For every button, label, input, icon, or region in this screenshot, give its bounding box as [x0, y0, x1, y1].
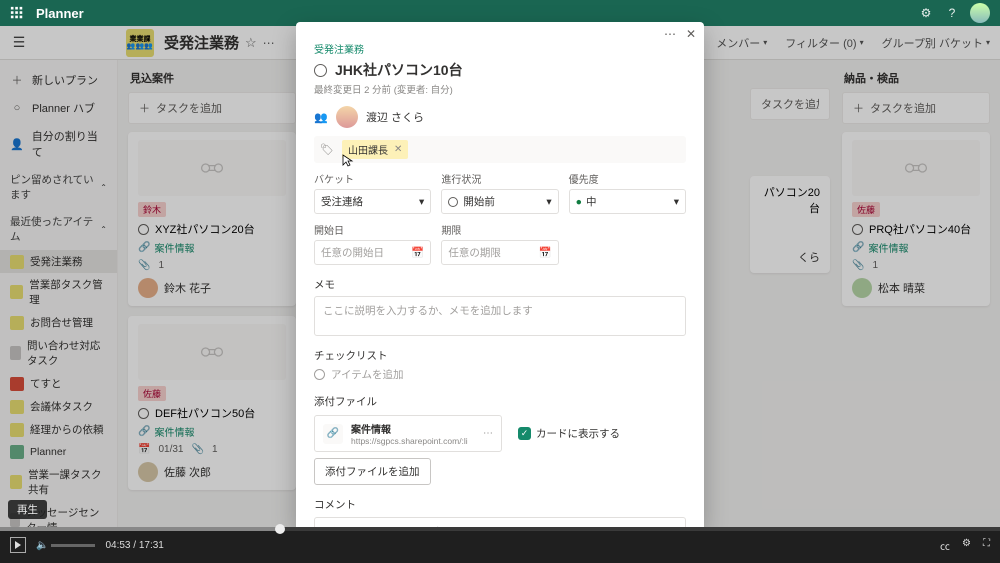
attachment-card[interactable]: 🔗 案件情報 https://sgpcs.sharepoint.com/:li … — [314, 415, 502, 452]
modal-overlay: ⋯ ✕ 受発注業務 JHK社パソコン10台 最終変更日 2 分前 (変更者: 自… — [0, 26, 1000, 527]
settings-icon[interactable]: ⚙ — [916, 6, 936, 20]
priority-label: 優先度 — [569, 171, 686, 186]
link-icon: 🔗 — [323, 424, 343, 444]
user-avatar[interactable] — [970, 3, 990, 23]
task-detail-modal: ⋯ ✕ 受発注業務 JHK社パソコン10台 最終変更日 2 分前 (変更者: 自… — [296, 22, 704, 527]
comment-label: コメント — [314, 497, 686, 512]
checklist-label: チェックリスト — [314, 348, 686, 363]
attachment-name: 案件情報 — [351, 421, 468, 436]
video-time: 04:53 / 17:31 — [105, 540, 163, 551]
task-title[interactable]: JHK社パソコン10台 — [335, 60, 463, 80]
volume-slider[interactable] — [51, 544, 95, 547]
close-icon[interactable]: ✕ — [686, 27, 696, 41]
chevron-down-icon: ▾ — [419, 196, 424, 208]
assignee-name: 渡辺 さくら — [366, 109, 424, 125]
bucket-label: バケット — [314, 171, 431, 186]
modal-more-icon[interactable]: ⋯ — [664, 27, 676, 41]
help-icon[interactable]: ? — [942, 6, 962, 20]
bucket-select[interactable]: 受注連絡▾ — [314, 189, 431, 214]
cursor-icon — [342, 154, 354, 168]
assign-row[interactable]: 👥 渡辺 さくら — [314, 106, 686, 128]
captions-icon[interactable]: ㏄ — [940, 538, 950, 553]
volume-control[interactable]: 🔈 — [36, 540, 95, 551]
attachment-url: https://sgpcs.sharepoint.com/:li — [351, 436, 468, 446]
attach-label: 添付ファイル — [314, 394, 686, 409]
progress-label: 進行状況 — [441, 171, 558, 186]
chevron-down-icon: ▾ — [546, 196, 551, 208]
calendar-icon: 📅 — [539, 246, 552, 259]
calendar-icon: 📅 — [411, 246, 424, 259]
assign-icon: 👥 — [314, 111, 328, 124]
label-row[interactable]: 🏷 山田課長 ✕ — [314, 136, 686, 163]
attachment-more-icon[interactable]: ⋯ — [483, 428, 493, 439]
breadcrumb[interactable]: 受発注業務 — [314, 41, 686, 56]
show-on-card-checkbox[interactable]: ✓ カードに表示する — [518, 426, 620, 441]
task-title-row: JHK社パソコン10台 — [314, 60, 686, 80]
notes-label: メモ — [314, 277, 686, 292]
play-tooltip: 再生 — [8, 500, 47, 519]
app-title: Planner — [36, 6, 84, 21]
due-date-input[interactable]: 任意の期限📅 — [441, 240, 558, 265]
due-date-label: 期限 — [441, 222, 558, 237]
notes-input[interactable]: ここに説明を入力するか、メモを追加します — [314, 296, 686, 336]
seek-progress — [0, 527, 280, 531]
fullscreen-icon[interactable]: ⛶ — [983, 538, 990, 553]
volume-icon: 🔈 — [36, 540, 48, 551]
last-modified: 最終変更日 2 分前 (変更者: 自分) — [314, 82, 686, 96]
avatar — [336, 106, 358, 128]
chevron-down-icon: ▾ — [674, 196, 679, 208]
checkbox-checked-icon: ✓ — [518, 427, 531, 440]
add-attachment-button[interactable]: 添付ファイルを追加 — [314, 458, 431, 485]
tag-icon: 🏷 — [320, 143, 334, 156]
priority-select[interactable]: ●中▾ — [569, 189, 686, 214]
start-date-label: 開始日 — [314, 222, 431, 237]
radio-icon — [314, 369, 325, 380]
complete-radio[interactable] — [314, 64, 327, 77]
play-button[interactable] — [10, 537, 26, 553]
settings-icon[interactable]: ⚙ — [962, 538, 971, 553]
video-controls: 🔈 04:53 / 17:31 ㏄ ⚙ ⛶ — [0, 527, 1000, 563]
seek-track[interactable] — [0, 527, 1000, 531]
checklist-add[interactable]: アイテムを追加 — [314, 367, 686, 382]
progress-select[interactable]: 開始前▾ — [441, 189, 558, 214]
remove-chip-icon[interactable]: ✕ — [394, 144, 402, 155]
waffle-icon[interactable] — [10, 6, 24, 20]
start-date-input[interactable]: 任意の開始日📅 — [314, 240, 431, 265]
comment-input[interactable]: ここにメッセージを入力 — [314, 517, 686, 527]
seek-knob[interactable] — [275, 524, 285, 534]
